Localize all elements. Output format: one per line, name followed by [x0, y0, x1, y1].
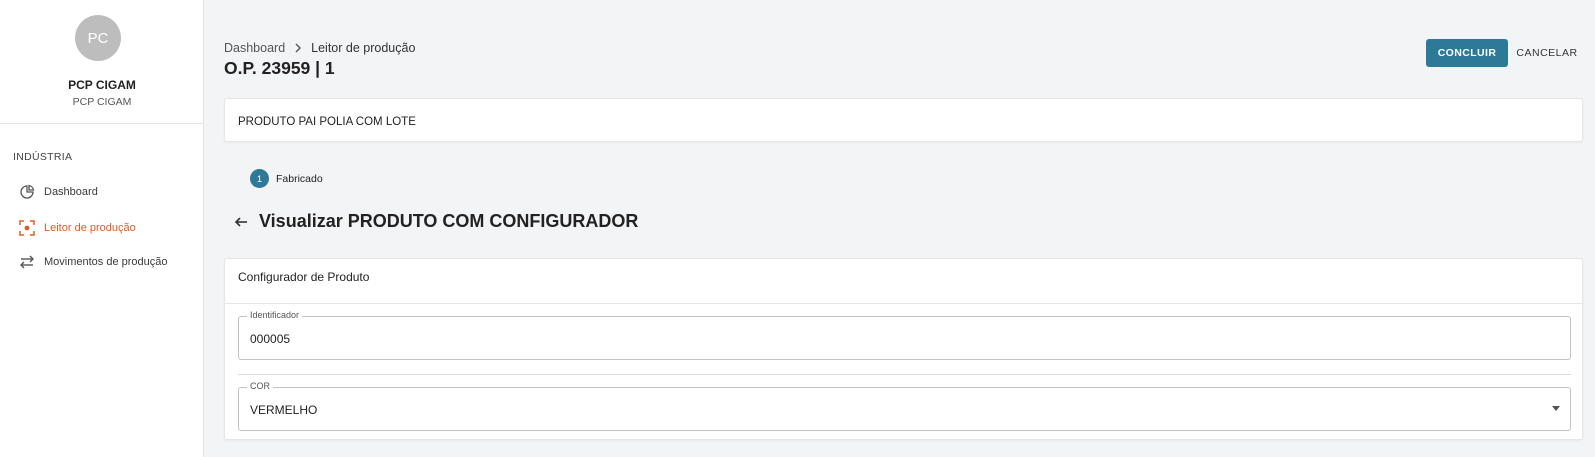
- step-number: 1: [250, 169, 269, 188]
- user-name: PCP CIGAM: [68, 78, 136, 92]
- view-header: Visualizar PRODUTO COM CONFIGURADOR: [232, 211, 638, 232]
- identificador-value: 000005: [250, 332, 291, 346]
- pie-chart-icon: [18, 183, 36, 201]
- sidebar-item-movimentos-de-producao[interactable]: Movimentos de produção: [18, 252, 168, 272]
- swap-arrows-icon: [18, 253, 36, 271]
- configurator-title: Configurador de Produto: [238, 270, 370, 284]
- identificador-field[interactable]: Identificador 000005: [238, 310, 1571, 360]
- identificador-label: Identificador: [247, 310, 303, 320]
- page-title: O.P. 23959 | 1: [224, 58, 335, 78]
- configurator-card: Configurador de Produto Identificador 00…: [224, 258, 1583, 440]
- arrow-left-icon[interactable]: [232, 213, 250, 231]
- product-name: PRODUTO PAI POLIA COM LOTE: [238, 116, 416, 128]
- sidebar: PC PCP CIGAM PCP CIGAM INDÚSTRIA Dashboa…: [0, 0, 204, 457]
- dropdown-arrow-icon[interactable]: [1552, 406, 1560, 411]
- step-label: Fabricado: [276, 172, 323, 185]
- avatar[interactable]: PC: [75, 15, 121, 61]
- cor-select[interactable]: COR VERMELHO: [238, 381, 1571, 431]
- chevron-right-icon: [294, 43, 302, 53]
- configurator-divider: [225, 303, 1582, 304]
- breadcrumb: Dashboard Leitor de produção: [224, 41, 415, 55]
- sidebar-divider: [0, 123, 204, 124]
- field-divider: [238, 374, 1571, 375]
- section-label: INDÚSTRIA: [13, 151, 73, 163]
- sidebar-item-label: Leitor de produção: [44, 222, 136, 234]
- concluir-button[interactable]: CONCLUIR: [1426, 39, 1508, 67]
- cancelar-button[interactable]: CANCELAR: [1512, 39, 1582, 67]
- sidebar-item-dashboard[interactable]: Dashboard: [18, 182, 98, 202]
- view-title: Visualizar PRODUTO COM CONFIGURADOR: [259, 211, 639, 231]
- cor-value: VERMELHO: [250, 403, 318, 417]
- breadcrumb-link-dashboard[interactable]: Dashboard: [224, 41, 285, 55]
- sidebar-item-label: Movimentos de produção: [44, 256, 168, 268]
- scanner-icon: [18, 219, 36, 237]
- sidebar-item-leitor-de-producao[interactable]: Leitor de produção: [18, 218, 136, 238]
- sidebar-item-label: Dashboard: [44, 186, 98, 198]
- product-card: PRODUTO PAI POLIA COM LOTE: [224, 98, 1583, 142]
- breadcrumb-current: Leitor de produção: [311, 41, 416, 55]
- cor-label: COR: [247, 381, 273, 391]
- user-subtitle: PCP CIGAM: [72, 96, 132, 108]
- stepper-step[interactable]: 1 Fabricado: [250, 169, 323, 188]
